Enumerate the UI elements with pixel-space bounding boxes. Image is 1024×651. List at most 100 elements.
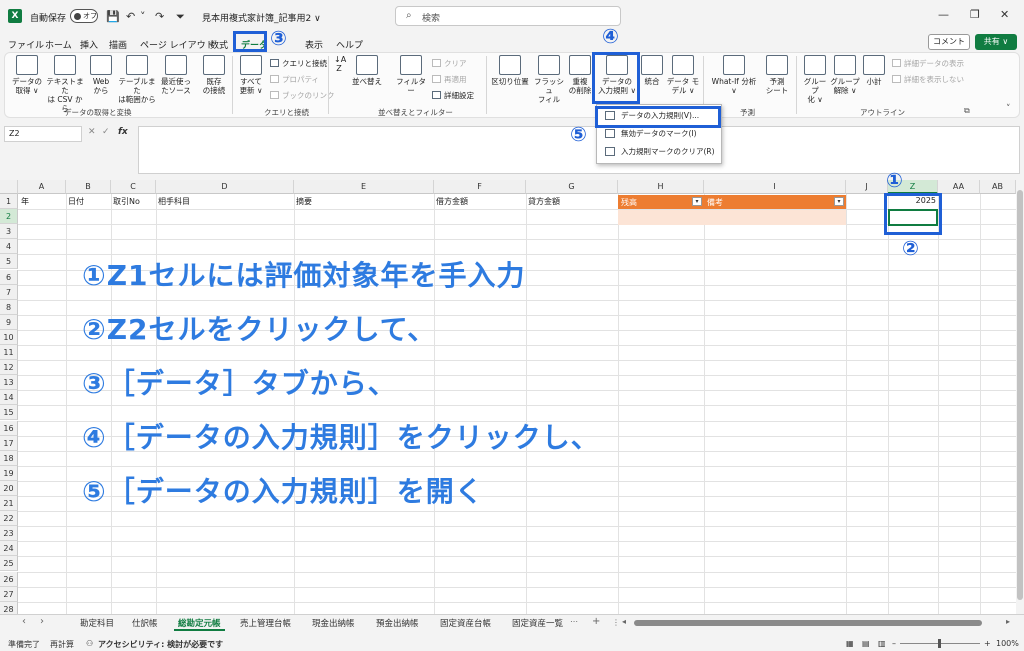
row-header[interactable]: 25 bbox=[0, 556, 18, 572]
zoom-out-icon[interactable]: – bbox=[892, 639, 896, 648]
tab-draw[interactable]: 描画 bbox=[109, 38, 127, 51]
row-header[interactable]: 13 bbox=[0, 375, 18, 391]
row-header[interactable]: 3 bbox=[0, 224, 18, 240]
workbook-links-button[interactable]: ブックのリンク bbox=[270, 90, 335, 101]
autosave-toggle[interactable]: オフ bbox=[70, 9, 98, 23]
row-header[interactable]: 20 bbox=[0, 480, 18, 496]
row-header[interactable]: 14 bbox=[0, 390, 18, 406]
tab-help[interactable]: ヘルプ bbox=[336, 38, 363, 51]
refresh-all-button[interactable]: すべて 更新 ∨ bbox=[236, 55, 266, 95]
from-web-button[interactable]: Web から bbox=[88, 55, 114, 95]
fx-icon[interactable]: fx bbox=[118, 127, 128, 137]
column-header-e[interactable]: E bbox=[294, 180, 434, 194]
subtotal-button[interactable]: 小計 bbox=[862, 55, 886, 86]
from-table-button[interactable]: テーブルまた は範囲から bbox=[115, 55, 159, 104]
column-header-aa[interactable]: AA bbox=[938, 180, 980, 194]
tab-formulas[interactable]: 数式 bbox=[210, 38, 228, 51]
properties-button[interactable]: プロパティ bbox=[270, 74, 319, 85]
tab-file[interactable]: ファイル bbox=[8, 38, 44, 51]
cell-b1[interactable]: 日付 bbox=[68, 196, 84, 207]
cell-d1[interactable]: 相手科目 bbox=[158, 196, 190, 207]
scroll-left-icon[interactable]: ◂ bbox=[622, 617, 626, 626]
row-header[interactable]: 18 bbox=[0, 450, 18, 466]
row-header[interactable]: 2 bbox=[0, 209, 18, 225]
row-header[interactable]: 1 bbox=[0, 194, 18, 210]
row-header[interactable]: 11 bbox=[0, 345, 18, 361]
vertical-scrollbar[interactable] bbox=[1016, 180, 1024, 614]
sheet-tab-general-ledger[interactable]: 総勘定元帳 bbox=[174, 617, 224, 631]
sort-az-button[interactable]: ↓A Z bbox=[334, 55, 346, 73]
undo-icon[interactable]: ↶ bbox=[126, 10, 135, 23]
restore-icon[interactable]: ❐ bbox=[970, 8, 980, 21]
save-icon[interactable]: 💾 bbox=[106, 10, 120, 23]
customize-qat-icon[interactable]: ⏷ bbox=[176, 10, 185, 24]
sheet-tab-fixed-asset-list[interactable]: 固定資産一覧 bbox=[512, 617, 564, 629]
collapse-ribbon-icon[interactable]: ˅ bbox=[1006, 104, 1011, 114]
existing-connections-button[interactable]: 既存 の接続 bbox=[198, 55, 230, 95]
row-header[interactable]: 9 bbox=[0, 314, 18, 330]
add-sheet-icon[interactable]: + bbox=[592, 616, 600, 627]
row-header[interactable]: 19 bbox=[0, 465, 18, 481]
sheet-tab-accounts[interactable]: 勘定科目 bbox=[80, 617, 114, 629]
sheet-tab-sales[interactable]: 売上管理台帳 bbox=[240, 617, 291, 629]
sheet-tab-cash[interactable]: 現金出納帳 bbox=[312, 617, 355, 629]
row-header[interactable]: 26 bbox=[0, 571, 18, 587]
advanced-filter-button[interactable]: 詳細設定 bbox=[432, 90, 474, 101]
row-header[interactable]: 24 bbox=[0, 541, 18, 557]
tab-view[interactable]: 表示 bbox=[305, 38, 323, 51]
comment-button[interactable]: コメント bbox=[928, 34, 970, 50]
normal-view-icon[interactable]: ▦ bbox=[846, 639, 854, 648]
get-data-button[interactable]: データの 取得 ∨ bbox=[10, 55, 44, 95]
zoom-level[interactable]: 100% bbox=[996, 639, 1019, 648]
cell-i1[interactable]: 備考 ▾ bbox=[704, 195, 846, 209]
enter-icon[interactable]: ✓ bbox=[102, 127, 110, 137]
filter-dropdown-icon[interactable]: ▾ bbox=[692, 197, 702, 206]
tab-page-layout[interactable]: ページ レイアウト bbox=[140, 38, 215, 51]
row-header[interactable]: 16 bbox=[0, 420, 18, 436]
minimize-icon[interactable]: — bbox=[938, 8, 949, 21]
select-all-corner[interactable] bbox=[0, 180, 18, 194]
forecast-sheet-button[interactable]: 予測 シート bbox=[762, 55, 792, 95]
tab-next-icon[interactable]: › bbox=[40, 616, 44, 627]
cell-f1[interactable]: 借方金額 bbox=[436, 196, 468, 207]
recent-sources-button[interactable]: 最近使っ たソース bbox=[158, 55, 194, 95]
text-to-columns-button[interactable]: 区切り位置 bbox=[490, 55, 530, 86]
cell-c1[interactable]: 取引No bbox=[113, 196, 140, 207]
name-box[interactable]: Z2 bbox=[4, 126, 82, 142]
document-title[interactable]: 見本用複式家計簿_記事用2 ∨ bbox=[202, 11, 321, 24]
cell-g1[interactable]: 貸方金額 bbox=[528, 196, 560, 207]
column-header-ab[interactable]: AB bbox=[980, 180, 1016, 194]
remove-duplicates-button[interactable]: 重複 の削除 bbox=[566, 55, 594, 95]
sheet-tab-deposit[interactable]: 預金出納帳 bbox=[376, 617, 419, 629]
column-header-h[interactable]: H bbox=[618, 180, 704, 194]
row-header[interactable]: 8 bbox=[0, 299, 18, 315]
row-header[interactable]: 5 bbox=[0, 254, 18, 270]
sort-button[interactable]: 並べ替え bbox=[350, 55, 384, 86]
menu-item-circle-invalid[interactable]: 無効データのマーク(I) bbox=[601, 126, 717, 142]
tab-insert[interactable]: 挿入 bbox=[80, 38, 98, 51]
page-layout-view-icon[interactable]: ▤ bbox=[862, 639, 870, 648]
cancel-icon[interactable]: ✕ bbox=[88, 127, 96, 137]
row-header[interactable]: 22 bbox=[0, 511, 18, 527]
column-header-g[interactable]: G bbox=[526, 180, 618, 194]
column-header-c[interactable]: C bbox=[111, 180, 156, 194]
show-detail-button[interactable]: 詳細データの表示 bbox=[892, 58, 964, 69]
cell-h1[interactable]: 残高 ▾ bbox=[618, 195, 704, 209]
row-header[interactable]: 27 bbox=[0, 586, 18, 602]
consolidate-button[interactable]: 統合 bbox=[640, 55, 664, 86]
tab-prev-icon[interactable]: ‹ bbox=[22, 616, 26, 627]
row-header[interactable]: 6 bbox=[0, 269, 18, 285]
clear-filter-button[interactable]: クリア bbox=[432, 58, 467, 69]
menu-item-clear-circles[interactable]: 入力規則マークのクリア(R) bbox=[601, 144, 717, 160]
cell-a1[interactable]: 年 bbox=[21, 196, 29, 207]
hide-detail-button[interactable]: 詳細を表示しない bbox=[892, 74, 964, 85]
sheet-tab-journal[interactable]: 仕訳帳 bbox=[132, 617, 158, 629]
status-recalc[interactable]: 再計算 bbox=[50, 639, 74, 650]
what-if-button[interactable]: What-If 分析 ∨ bbox=[708, 55, 760, 95]
row-header[interactable]: 15 bbox=[0, 405, 18, 421]
column-header-j[interactable]: J bbox=[846, 180, 888, 194]
ungroup-button[interactable]: グループ 解除 ∨ bbox=[830, 55, 860, 95]
close-icon[interactable]: ✕ bbox=[1000, 8, 1009, 21]
column-header-i[interactable]: I bbox=[704, 180, 846, 194]
outline-dialog-launcher-icon[interactable]: ⧉ bbox=[964, 106, 970, 116]
